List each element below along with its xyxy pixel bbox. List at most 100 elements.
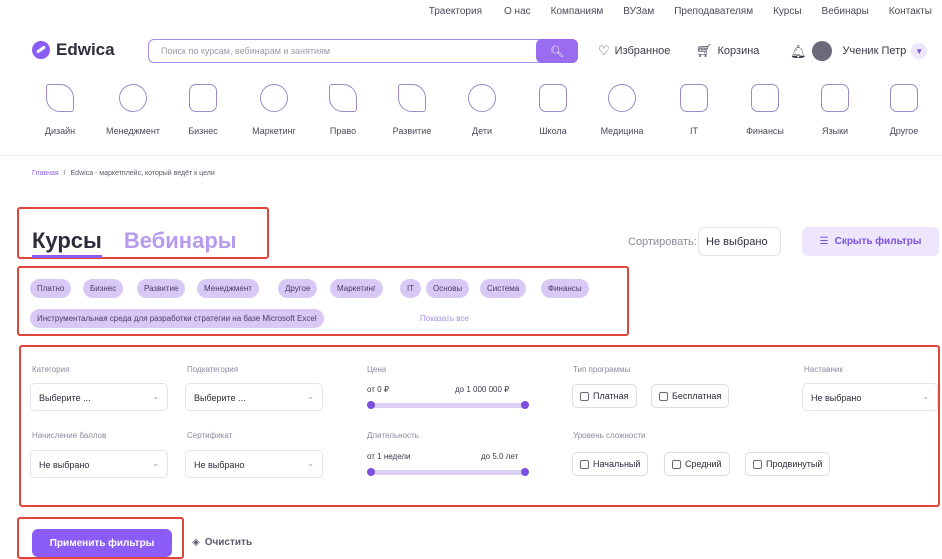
- breadcrumb-home[interactable]: Главная: [32, 170, 59, 177]
- topnav-link-about[interactable]: О нас: [494, 0, 541, 24]
- category-business[interactable]: Бизнес: [168, 84, 238, 136]
- program-type-paid-checkbox[interactable]: Платная: [572, 384, 637, 408]
- duration-max: до 5.0 лет: [481, 452, 519, 461]
- user-menu[interactable]: 🔔︎ Ученик Петр ▼: [790, 41, 928, 61]
- topnav-link-universities[interactable]: ВУЗам: [613, 0, 664, 24]
- chip-tag[interactable]: Основы: [426, 279, 470, 298]
- topnav-link-contacts[interactable]: Контакты: [879, 0, 942, 24]
- chip-tag[interactable]: Финансы: [541, 279, 589, 298]
- filter-sliders-icon: ☰: [819, 236, 829, 247]
- category-label: Бизнес: [188, 126, 218, 136]
- chip-tag[interactable]: Платно: [30, 279, 72, 298]
- chip-tag[interactable]: Маркетинг: [330, 279, 383, 298]
- category-finance[interactable]: Финансы: [730, 84, 800, 136]
- logo[interactable]: Edwica: [32, 40, 115, 60]
- chip-tag[interactable]: Система: [480, 279, 527, 298]
- bell-icon[interactable]: 🔔︎: [790, 45, 807, 58]
- difficulty-beginner-checkbox[interactable]: Начальный: [572, 452, 649, 476]
- chip-tag[interactable]: Другое: [278, 279, 318, 298]
- price-slider-min-handle[interactable]: [367, 401, 375, 409]
- category-law[interactable]: Право: [308, 84, 378, 136]
- avatar: [811, 41, 832, 61]
- certificate-select[interactable]: Не выбрано ⌄: [185, 450, 323, 478]
- breadcrumb-separator: /: [63, 170, 66, 177]
- difficulty-advanced-checkbox[interactable]: Продвинутый: [745, 452, 831, 476]
- category-label: Языки: [821, 126, 849, 136]
- other-icon: [890, 84, 918, 112]
- program-type-filter-label: Тип программы: [573, 365, 631, 374]
- tab-webinars[interactable]: Вебинары: [124, 228, 237, 254]
- chip-tag[interactable]: IT: [400, 279, 422, 298]
- category-school[interactable]: Школа: [518, 84, 588, 136]
- topnav-link-webinars[interactable]: Вебинары: [812, 0, 879, 24]
- duration-slider-max-handle[interactable]: [521, 468, 529, 476]
- chip-tag[interactable]: Инструментальная среда для разработки ст…: [30, 309, 324, 328]
- sort-select[interactable]: Не выбрано: [698, 227, 781, 256]
- category-other[interactable]: Другое: [869, 84, 939, 136]
- category-label: Финансы: [746, 126, 784, 136]
- certificate-filter-label: Сертификат: [187, 431, 233, 440]
- favorites-link[interactable]: ♡ Избранное: [598, 44, 670, 57]
- checkbox-label: Средний: [685, 459, 722, 469]
- topnav-link-trajectory[interactable]: Траектория: [419, 0, 492, 24]
- search-button[interactable]: 🔍︎: [536, 39, 578, 63]
- chip-tag[interactable]: Развитие: [137, 279, 186, 298]
- price-slider[interactable]: [367, 401, 529, 409]
- search-icon: 🔍︎: [550, 45, 564, 58]
- sort-label: Сортировать:: [628, 236, 697, 248]
- difficulty-intermediate-checkbox[interactable]: Средний: [664, 452, 730, 476]
- certificate-select-value: Не выбрано: [194, 460, 245, 470]
- topnav-link-teachers[interactable]: Преподавателям: [664, 0, 763, 24]
- site-header: Edwica 🔍︎ ♡ Избранное 🛒︎ Корзина 🔔︎ Учен…: [0, 36, 942, 66]
- chip-tag[interactable]: Менеджмент: [197, 279, 259, 298]
- hide-filters-button[interactable]: ☰ Скрыть фильтры: [802, 227, 939, 256]
- heart-icon: ♡: [598, 43, 610, 58]
- checkbox-label: Бесплатная: [672, 391, 722, 401]
- clear-filters-button[interactable]: ◈ Очистить: [192, 537, 252, 548]
- category-management[interactable]: Менеджмент: [98, 84, 168, 136]
- checkbox-label: Продвинутый: [766, 459, 823, 469]
- topnav-link-companies[interactable]: Компаниям: [541, 0, 614, 24]
- hide-filters-label: Скрыть фильтры: [834, 236, 922, 247]
- filters-highlight-box: [19, 345, 940, 507]
- search-input[interactable]: [149, 40, 536, 62]
- subcategory-select[interactable]: Выберите ... ⌄: [185, 383, 323, 411]
- tab-courses[interactable]: Курсы: [32, 228, 102, 258]
- mentor-select-value: Не выбрано: [811, 393, 862, 403]
- program-type-free-checkbox[interactable]: Бесплатная: [651, 384, 730, 408]
- category-marketing[interactable]: Маркетинг: [239, 84, 309, 136]
- finance-icon: [751, 84, 779, 112]
- category-medicine[interactable]: Медицина: [587, 84, 657, 136]
- it-icon: [680, 84, 708, 112]
- points-select[interactable]: Не выбрано ⌄: [30, 450, 168, 478]
- topnav-link-courses[interactable]: Курсы: [763, 0, 811, 24]
- category-filter-label: Категория: [32, 365, 70, 374]
- price-slider-max-handle[interactable]: [521, 401, 529, 409]
- show-all-link[interactable]: Показать все: [420, 314, 469, 323]
- chip-tag[interactable]: Бизнес: [83, 279, 124, 298]
- category-design[interactable]: Дизайн: [25, 84, 95, 136]
- chevron-down-icon: ⌄: [152, 392, 159, 401]
- category-bar: Дизайн Менеджмент Бизнес Маркетинг Право…: [0, 84, 942, 150]
- clear-filters-label: Очистить: [204, 537, 253, 548]
- chevron-down-icon: ⌄: [152, 459, 159, 468]
- apply-filters-button[interactable]: Применить фильтры: [32, 529, 172, 557]
- price-min: от 0 ₽: [367, 385, 389, 394]
- mentor-select[interactable]: Не выбрано ⌄: [802, 383, 938, 411]
- price-filter-label: Цена: [367, 365, 387, 374]
- cart-link[interactable]: 🛒︎ Корзина: [696, 44, 759, 57]
- category-kids[interactable]: Дети: [447, 84, 517, 136]
- duration-slider-min-handle[interactable]: [367, 468, 375, 476]
- chevron-down-icon[interactable]: ▼: [911, 43, 928, 59]
- duration-slider[interactable]: [367, 468, 529, 476]
- law-icon: [329, 84, 357, 112]
- category-select[interactable]: Выберите ... ⌄: [30, 383, 168, 411]
- medicine-icon: [608, 84, 636, 112]
- top-navigation: Траектория О нас Компаниям ВУЗам Препода…: [419, 0, 942, 24]
- category-development[interactable]: Развитие: [377, 84, 447, 136]
- category-it[interactable]: IT: [659, 84, 729, 136]
- development-icon: [398, 84, 426, 112]
- marketing-icon: [260, 84, 288, 112]
- category-languages[interactable]: Языки: [800, 84, 870, 136]
- category-label: Медицина: [600, 126, 644, 136]
